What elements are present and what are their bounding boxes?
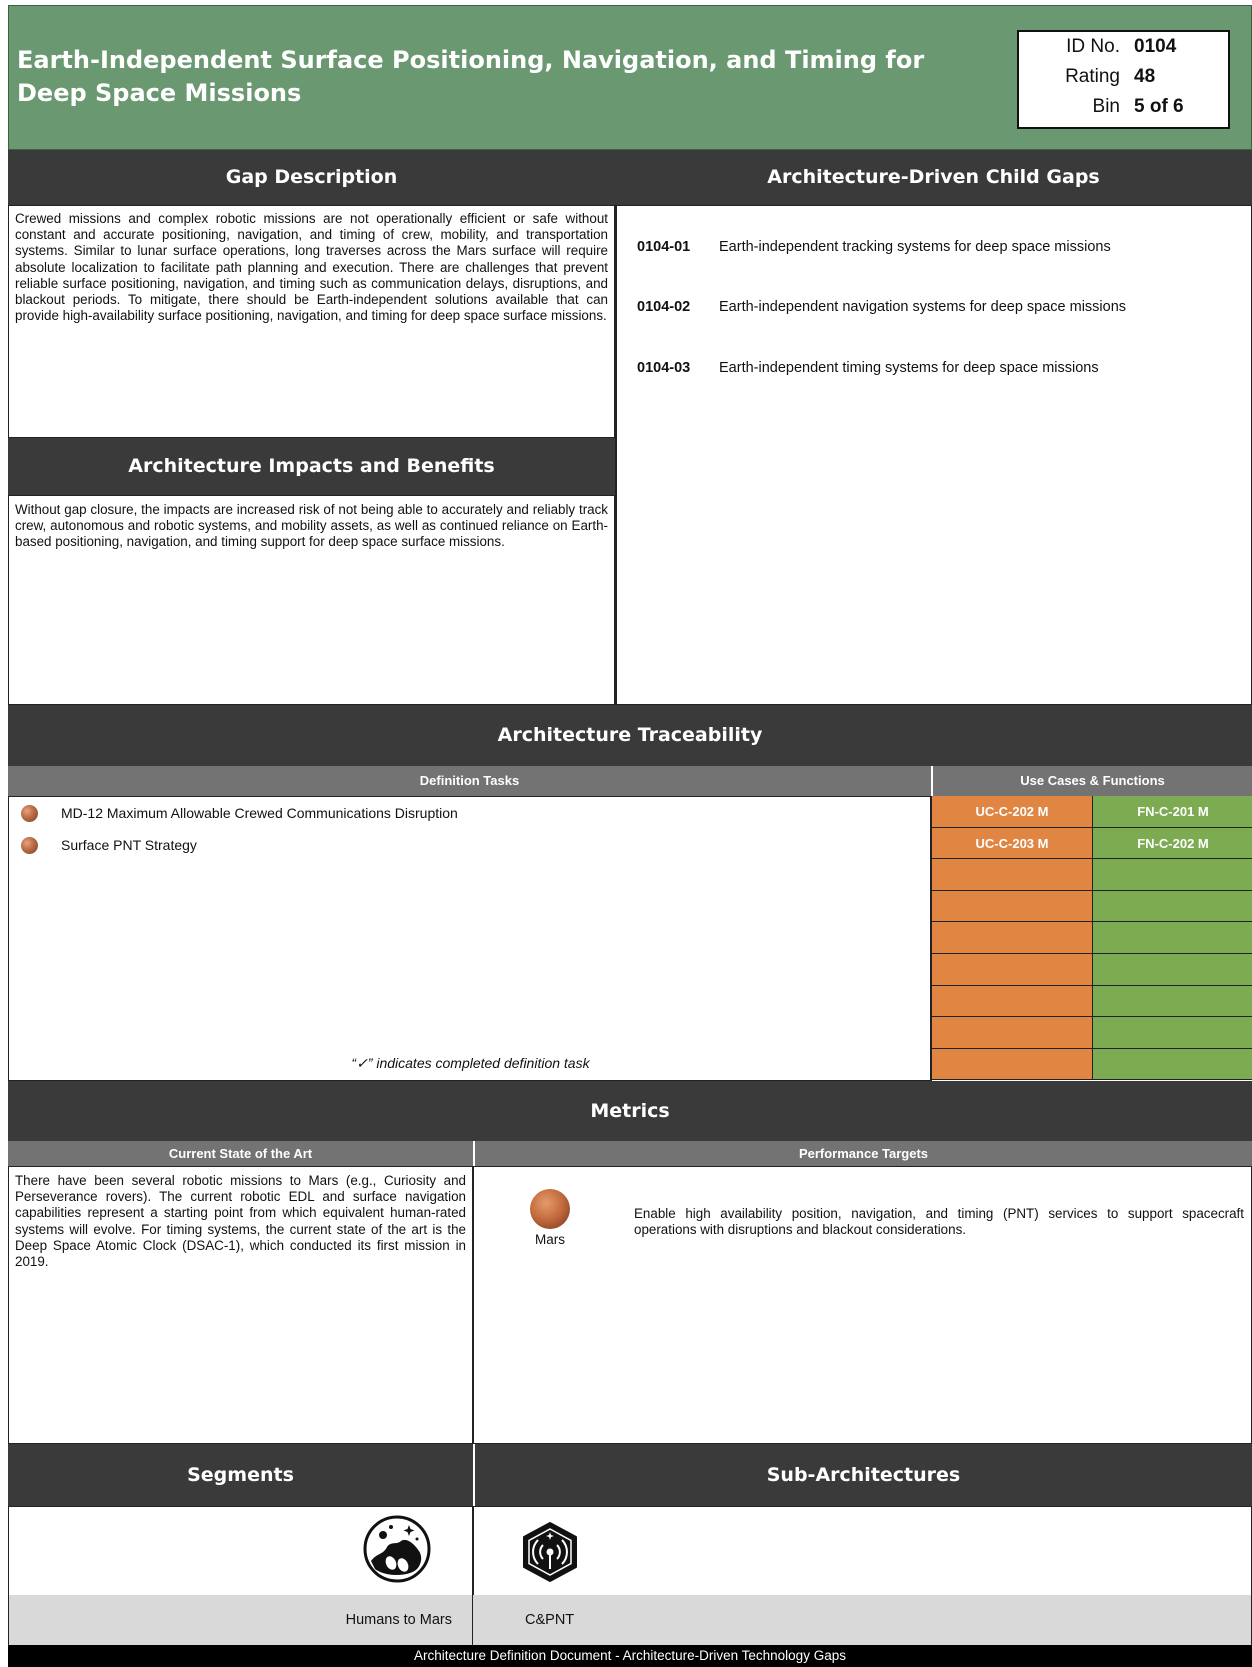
function-cell: FN-C-201 M [1092,796,1252,828]
segments-header: Segments [8,1444,473,1506]
definition-task-label: Surface PNT Strategy [61,837,197,853]
child-gaps-header: Architecture-Driven Child Gaps [615,150,1252,205]
footer: Architecture Definition Document - Archi… [8,1645,1252,1667]
child-gap-id: 0104-02 [637,299,691,315]
mars-icon [21,805,38,822]
performance-target-text: Enable high availability position, navig… [634,1206,1244,1238]
sub-architecture-label: C&PNT [525,1612,575,1628]
function-cell: FN-C-202 M [1092,827,1252,860]
rating-row: Rating 48 [1019,62,1228,92]
title-banner: Earth-Independent Surface Positioning, N… [8,5,1252,150]
id-row: ID No. 0104 [1019,32,1228,62]
cpnt-icon [521,1521,579,1583]
use-case-cell: UC-C-202 M [932,796,1092,828]
rating-label: Rating [1065,66,1120,87]
id-label: ID No. [1066,36,1120,57]
impacts-text: Without gap closure, the impacts are inc… [15,502,608,550]
function-cell [1092,922,1252,954]
use-case-cell [932,954,1092,986]
target-destination: Mars [535,1232,565,1247]
gap-sheet: Earth-Independent Surface Positioning, N… [8,5,1252,1667]
definition-task-label: MD-12 Maximum Allowable Crewed Communica… [61,805,458,821]
state-of-art-header: Current State of the Art [8,1141,473,1166]
bin-row: Bin 5 of 6 [1019,92,1228,122]
impacts-box: Without gap closure, the impacts are inc… [8,495,615,705]
state-of-art-box: There have been several robotic missions… [8,1166,473,1444]
function-cell [1092,1017,1252,1049]
id-value: 0104 [1134,36,1177,57]
gap-description-box: Crewed missions and complex robotic miss… [8,205,615,438]
mars-icon [21,837,38,854]
definition-tasks-box: MD-12 Maximum Allowable Crewed Communica… [8,796,931,1081]
completed-task-note: “✓” indicates completed definition task [351,1055,590,1071]
use-case-cell [932,1017,1092,1049]
use-case-cell [932,922,1092,954]
performance-targets-header: Performance Targets [473,1141,1252,1166]
use-case-cell [932,985,1092,1018]
id-box: ID No. 0104 Rating 48 Bin 5 of 6 [1017,30,1230,129]
use-case-cell [932,890,1092,923]
humans-to-mars-icon [363,1515,431,1583]
sub-architecture-label-cell: C&PNT [473,1595,1252,1645]
child-gap-text: Earth-independent navigation systems for… [719,299,1127,315]
page-title: Earth-Independent Surface Positioning, N… [17,46,925,107]
function-cell [1092,859,1252,891]
gap-description-text: Crewed missions and complex robotic miss… [15,211,608,324]
performance-targets-box: Mars Enable high availability position, … [473,1166,1252,1444]
child-gaps-box: 0104-01 Earth-independent tracking syste… [615,205,1252,705]
definition-tasks-header: Definition Tasks [8,766,931,796]
bin-label: Bin [1092,96,1120,117]
sub-architectures-header: Sub-Architectures [473,1444,1252,1506]
use-case-grid: UC-C-202 M FN-C-201 M UC-C-203 M FN-C-202 M [931,796,1252,1081]
function-cell [1092,954,1252,986]
bin-value: 5 of 6 [1134,96,1184,117]
child-gap-text: Earth-independent tracking systems for d… [719,239,1111,255]
function-cell [1092,890,1252,923]
use-case-cell [932,859,1092,891]
gap-description-header: Gap Description [8,150,615,205]
mars-planet-icon [530,1189,570,1229]
segment-label: Humans to Mars [345,1612,452,1628]
traceability-header: Architecture Traceability [8,705,1252,766]
state-of-art-text: There have been several robotic missions… [15,1173,466,1270]
use-case-cell: UC-C-203 M [932,827,1092,860]
segments-icon-area [8,1506,473,1595]
use-cases-header: Use Cases & Functions [931,766,1252,796]
rating-value: 48 [1134,66,1156,87]
function-cell [1092,985,1252,1018]
child-gap-id: 0104-01 [637,239,691,255]
metrics-header: Metrics [8,1081,1252,1141]
sub-architectures-icon-area [473,1506,1252,1595]
child-gap-text: Earth-independent timing systems for dee… [719,360,1099,376]
impacts-header: Architecture Impacts and Benefits [8,438,615,495]
use-case-cell [932,1048,1092,1081]
child-gap-id: 0104-03 [637,360,691,376]
function-cell [1092,1048,1252,1081]
segment-label-cell: Humans to Mars [8,1595,473,1645]
